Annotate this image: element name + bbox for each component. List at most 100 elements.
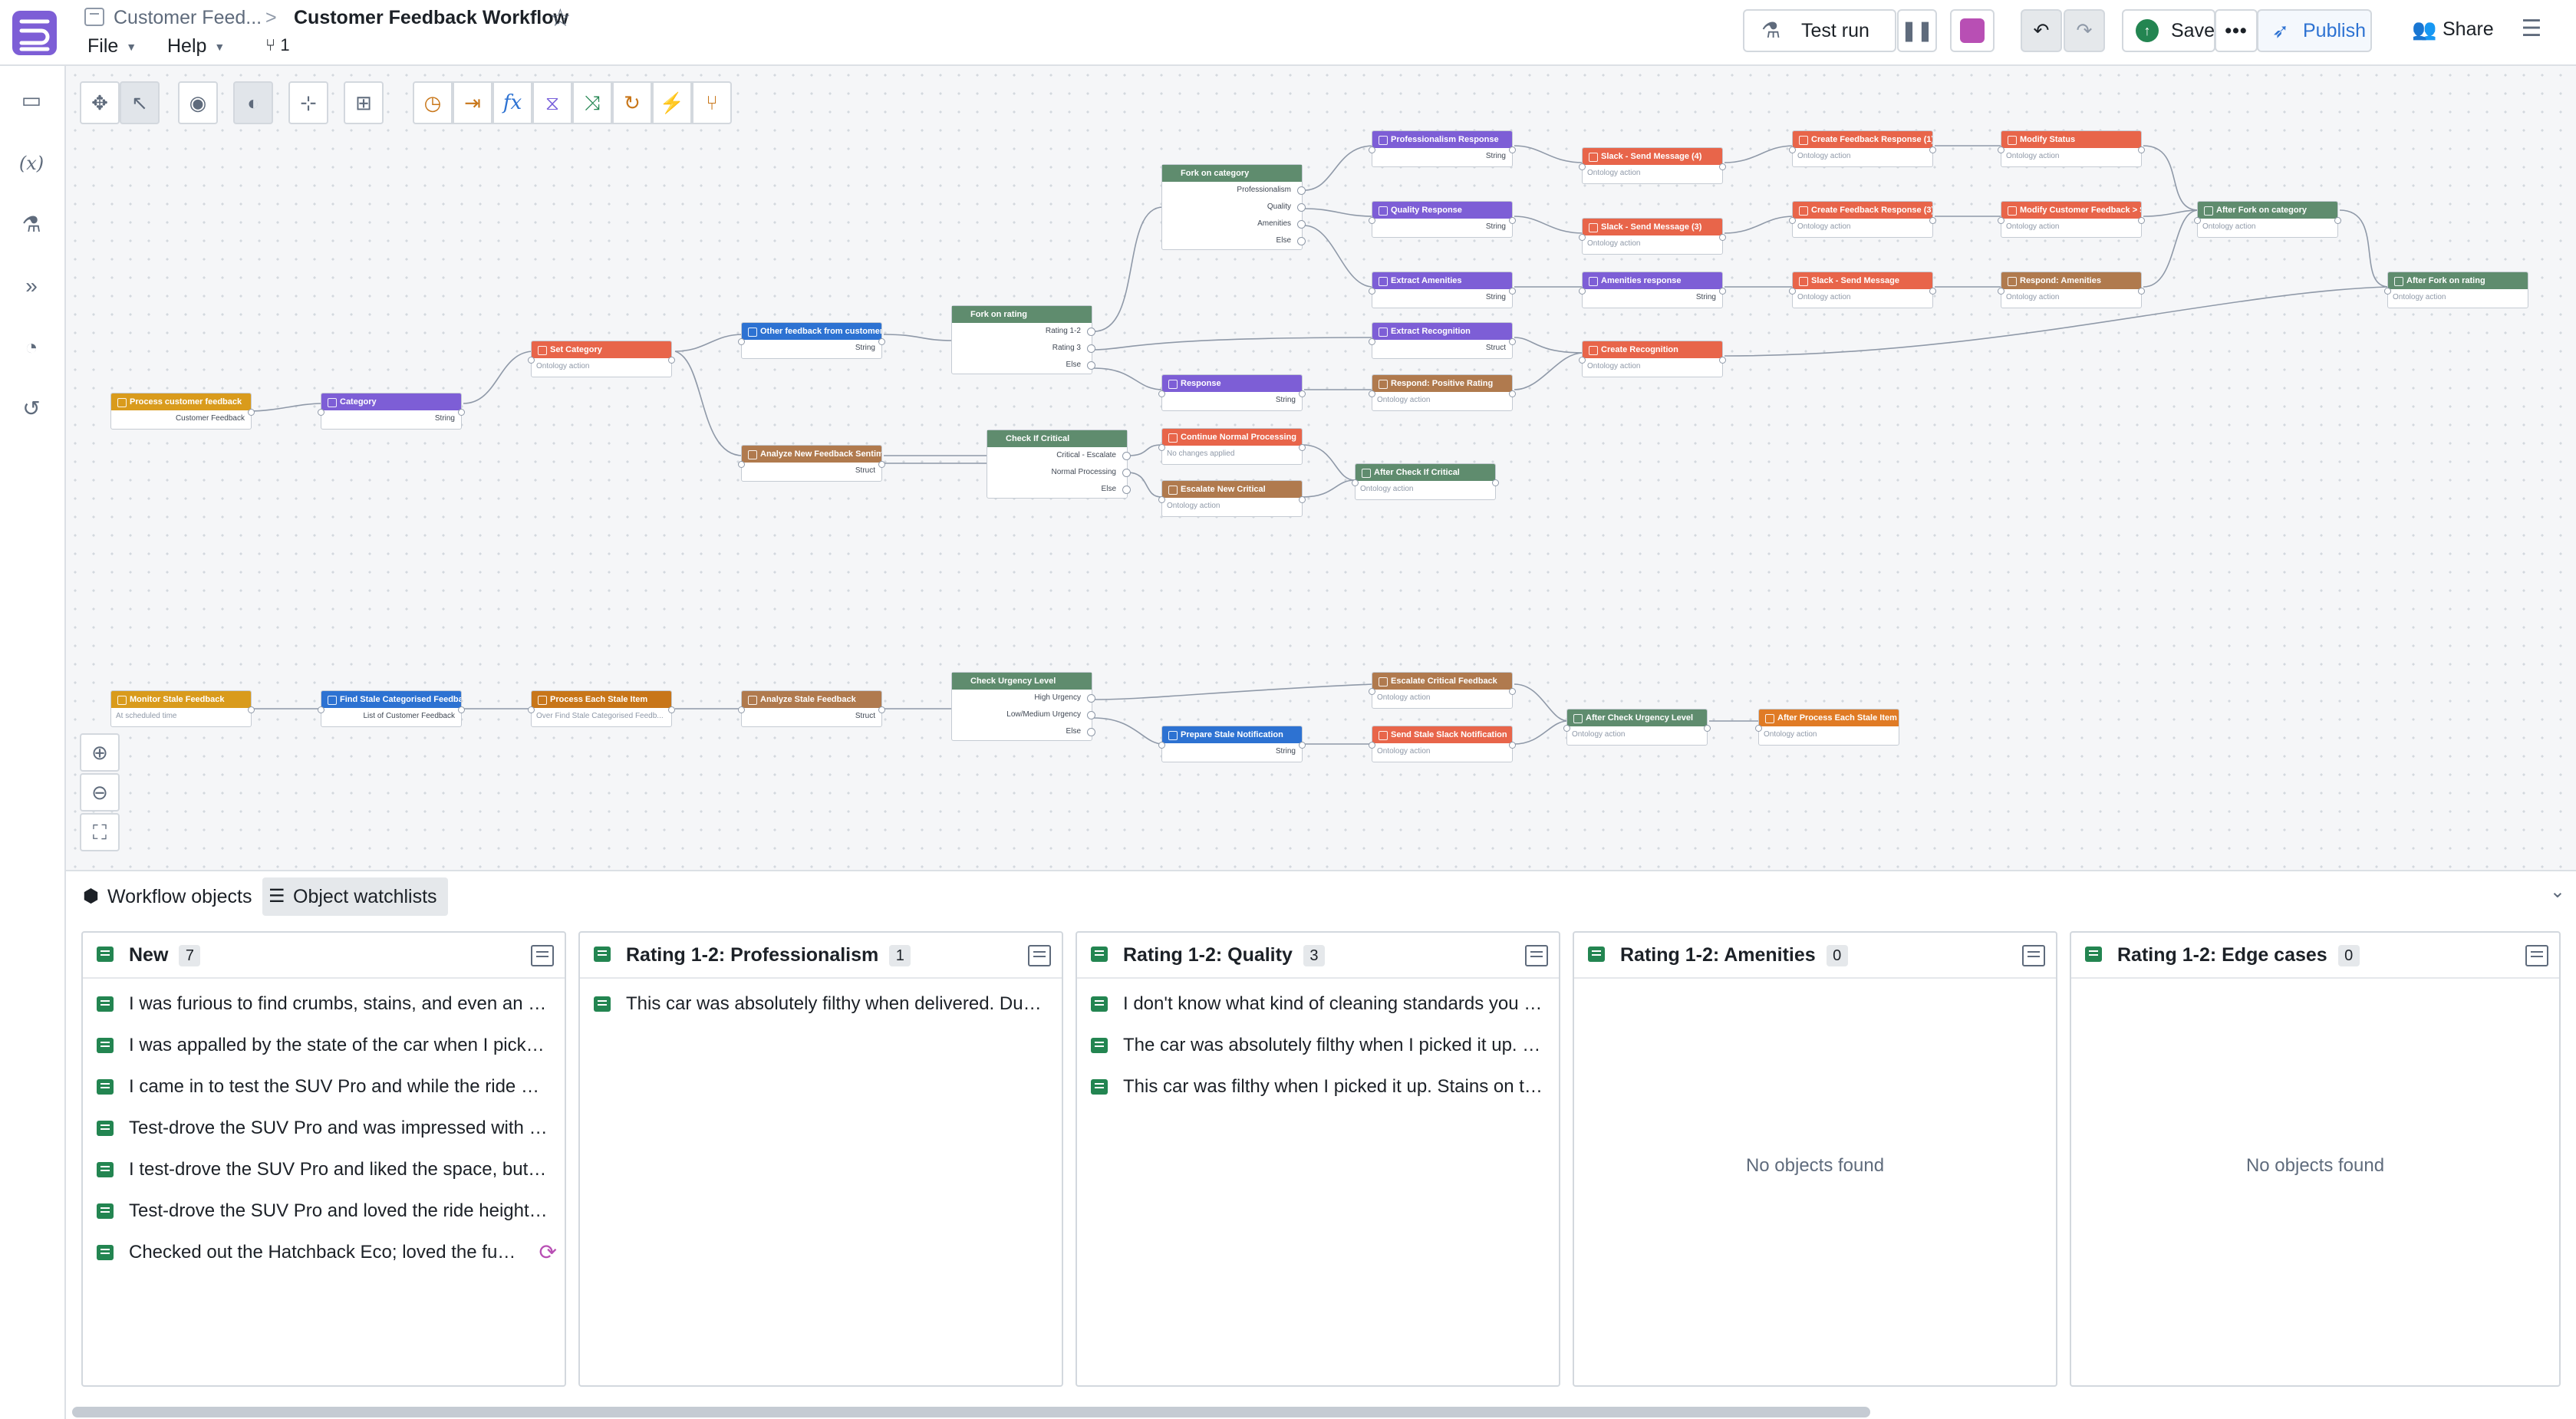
node-slack-send-4[interactable]: Slack - Send Message (4) Ontology action	[1579, 147, 1726, 184]
node-set-category[interactable]: Set Category Ontology action	[528, 341, 675, 377]
column-settings-icon[interactable]	[1028, 945, 1051, 966]
node-extract-amenities[interactable]: Extract Amenities String	[1369, 272, 1516, 308]
output-port[interactable]	[878, 338, 885, 345]
output-port[interactable]	[1509, 390, 1516, 397]
input-port[interactable]	[1998, 288, 2004, 295]
node-create-feedback-response-3[interactable]: Create Feedback Response (3) Ontology ac…	[1789, 201, 1936, 238]
node-analyze-new-feedback[interactable]: Analyze New Feedback Sentim... Struct	[738, 445, 885, 482]
node-amenities-response[interactable]: Amenities response String	[1579, 272, 1726, 308]
input-port[interactable]	[1579, 234, 1586, 241]
node-send-stale-slack[interactable]: Send Stale Slack Notification Ontology a…	[1369, 726, 1516, 762]
output-port[interactable]	[1299, 444, 1306, 451]
branch-row[interactable]: Rating 3	[952, 340, 1095, 357]
node-quality-response[interactable]: Quality Response String	[1369, 201, 1516, 238]
node-after-fork-on-category[interactable]: After Fork on category Ontology action	[2194, 201, 2341, 238]
output-port[interactable]	[458, 706, 465, 713]
input-port[interactable]	[1158, 742, 1165, 749]
node-process-each-stale-item[interactable]: Process Each Stale Item Over Find Stale …	[528, 690, 675, 727]
output-port[interactable]	[1509, 688, 1516, 695]
node-after-fork-on-rating[interactable]: After Fork on rating Ontology action	[2384, 272, 2528, 308]
node-modify-customer-feedback[interactable]: Modify Customer Feedback > S... Ontology…	[1998, 201, 2145, 238]
input-port[interactable]	[1369, 288, 1375, 295]
input-port[interactable]	[1998, 147, 2004, 153]
node-fork-on-rating[interactable]: Fork on rating Rating 1-2 Rating 3 Else	[951, 305, 1095, 374]
node-extract-recognition[interactable]: Extract Recognition Struct	[1369, 322, 1516, 359]
column-settings-icon[interactable]	[531, 945, 554, 966]
output-port[interactable]	[1704, 725, 1711, 732]
output-port[interactable]	[1299, 390, 1306, 397]
node-create-feedback-response-1[interactable]: Create Feedback Response (1) Ontology ac…	[1789, 130, 1936, 167]
branch-row[interactable]: Low/Medium Urgency	[952, 706, 1095, 723]
output-port[interactable]	[458, 409, 465, 416]
input-port[interactable]	[1789, 288, 1796, 295]
list-item[interactable]: I was furious to find crumbs, stains, an…	[83, 983, 565, 1025]
branch-row[interactable]: Else	[952, 357, 1095, 374]
input-port[interactable]	[528, 357, 535, 364]
output-port[interactable]	[1509, 217, 1516, 224]
input-port[interactable]	[1352, 479, 1359, 486]
branch-row[interactable]: Amenities	[1162, 216, 1306, 232]
node-analyze-stale-feedback[interactable]: Analyze Stale Feedback Struct	[738, 690, 885, 727]
collapse-panel-icon[interactable]: ⌄	[2550, 881, 2565, 903]
node-escalate-critical-feedback[interactable]: Escalate Critical Feedback Ontology acti…	[1369, 672, 1516, 709]
node-monitor-stale-feedback[interactable]: Monitor Stale Feedback At scheduled time	[110, 690, 255, 727]
node-response[interactable]: Response String	[1158, 374, 1306, 411]
list-item[interactable]: This car was absolutely filthy when deli…	[580, 983, 1062, 1025]
node-respond-positive-rating[interactable]: Respond: Positive Rating Ontology action	[1369, 374, 1516, 411]
list-item[interactable]: Test-drove the SUV Pro and loved the rid…	[83, 1190, 565, 1232]
input-port[interactable]	[1369, 688, 1375, 695]
node-after-process-each[interactable]: After Process Each Stale Item Ontology a…	[1755, 709, 1899, 746]
node-after-check-if-critical[interactable]: After Check If Critical Ontology action	[1352, 463, 1499, 500]
output-port[interactable]	[1299, 742, 1306, 749]
input-port[interactable]	[1789, 147, 1796, 153]
input-port[interactable]	[318, 706, 324, 713]
output-port[interactable]	[878, 706, 885, 713]
node-check-if-critical[interactable]: Check If Critical Critical - Escalate No…	[987, 430, 1131, 499]
tab-object-watchlists[interactable]: ☰ Object watchlists	[262, 877, 448, 916]
output-port[interactable]	[1719, 163, 1726, 170]
input-port[interactable]	[1369, 147, 1375, 153]
branch-row[interactable]: Else	[952, 723, 1095, 740]
input-port[interactable]	[1158, 444, 1165, 451]
node-create-recognition[interactable]: Create Recognition Ontology action	[1579, 341, 1726, 377]
input-port[interactable]	[1579, 163, 1586, 170]
output-port[interactable]	[2138, 217, 2145, 224]
node-escalate-new-critical[interactable]: Escalate New Critical Ontology action	[1158, 480, 1306, 517]
output-port[interactable]	[2334, 217, 2341, 224]
output-port[interactable]	[248, 706, 255, 713]
branch-row[interactable]: Rating 1-2	[952, 323, 1095, 340]
input-port[interactable]	[2194, 217, 2201, 224]
node-fork-on-category[interactable]: Fork on category Professionalism Quality…	[1161, 164, 1306, 250]
input-port[interactable]	[1998, 217, 2004, 224]
node-respond-amenities[interactable]: Respond: Amenities Ontology action	[1998, 272, 2145, 308]
branch-row[interactable]: Professionalism	[1162, 182, 1306, 199]
output-port[interactable]	[2138, 288, 2145, 295]
node-process-customer-feedback[interactable]: Process customer feedback Customer Feedb…	[110, 393, 255, 430]
node-category[interactable]: Category String	[318, 393, 465, 430]
horizontal-scrollbar[interactable]	[72, 1407, 1870, 1417]
branch-row[interactable]: Else	[1162, 232, 1306, 249]
node-modify-status[interactable]: Modify Status Ontology action	[1998, 130, 2145, 167]
input-port[interactable]	[1755, 725, 1762, 732]
output-port[interactable]	[1509, 338, 1516, 345]
node-continue-normal[interactable]: Continue Normal Processing No changes ap…	[1158, 428, 1306, 465]
output-port[interactable]	[248, 409, 255, 416]
list-item[interactable]: This car was filthy when I picked it up.…	[1077, 1066, 1559, 1108]
column-settings-icon[interactable]	[2525, 945, 2548, 966]
input-port[interactable]	[1369, 338, 1375, 345]
input-port[interactable]	[2384, 288, 2391, 295]
column-settings-icon[interactable]	[2022, 945, 2045, 966]
node-slack-send[interactable]: Slack - Send Message Ontology action	[1789, 272, 1936, 308]
input-port[interactable]	[1158, 390, 1165, 397]
input-port[interactable]	[318, 409, 324, 416]
list-item[interactable]: The car was absolutely filthy when I pic…	[1077, 1025, 1559, 1066]
column-settings-icon[interactable]	[1525, 945, 1548, 966]
output-port[interactable]	[1929, 217, 1936, 224]
input-port[interactable]	[738, 461, 745, 468]
branch-row[interactable]: Quality	[1162, 199, 1306, 216]
output-port[interactable]	[1719, 288, 1726, 295]
input-port[interactable]	[738, 706, 745, 713]
node-check-urgency-level[interactable]: Check Urgency Level High Urgency Low/Med…	[951, 672, 1095, 741]
node-prepare-stale-notification[interactable]: Prepare Stale Notification String	[1158, 726, 1306, 762]
input-port[interactable]	[1369, 217, 1375, 224]
